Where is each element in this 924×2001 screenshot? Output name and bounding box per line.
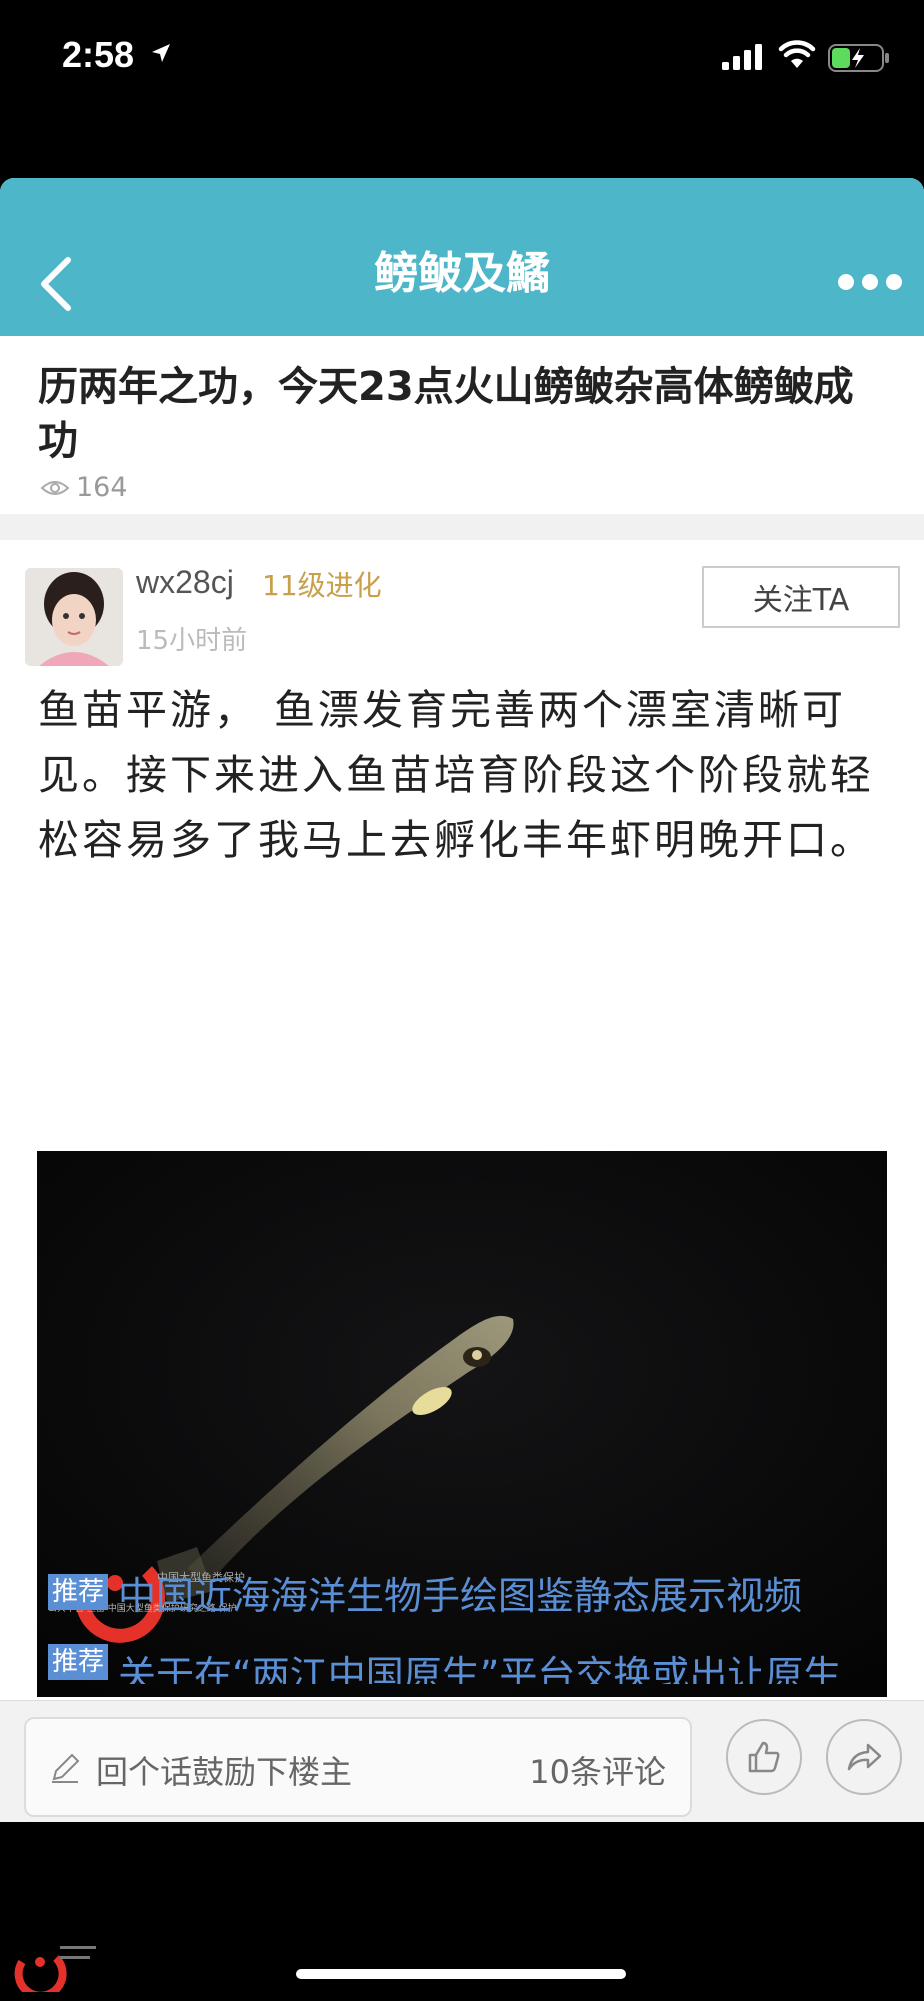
view-count: 164 xyxy=(40,472,128,503)
share-icon xyxy=(847,1743,882,1771)
recommend-tag: 推荐 xyxy=(48,1644,109,1680)
recommendation-link[interactable]: 中国近海海洋生物手绘图鉴静态展示视频 xyxy=(118,1565,802,1620)
recommendation-link[interactable]: 关于在“两江中国原生”平台交换或出让原生 xyxy=(118,1644,841,1684)
like-button[interactable] xyxy=(726,1719,802,1795)
watermark-logo xyxy=(14,1946,96,1992)
home-indicator[interactable] xyxy=(296,1969,626,1979)
post-title: 历两年之功，今天23点火山鳑鲏杂高体鳑鲏成功 xyxy=(38,364,854,464)
comment-placeholder: 回个话鼓励下楼主 xyxy=(96,1753,353,1791)
battery-icon xyxy=(828,44,889,72)
nav-bar: 鳑鲏及鱊 xyxy=(0,178,924,336)
status-time: 2:58 xyxy=(62,34,135,75)
status-bar: 2:58 xyxy=(0,0,924,110)
location-arrow-icon xyxy=(152,44,170,62)
reply-body: 鱼苗平游， 鱼漂发育完善两个漂室清晰可见。接下来进入鱼苗培育阶段这个阶段就轻松容… xyxy=(38,686,874,864)
comment-count[interactable]: 10条评论 xyxy=(529,1747,666,1793)
reply-card: wx28cj 11级进化 15小时前 关注TA 鱼苗平游， 鱼漂发育完善两个漂室… xyxy=(0,540,924,1822)
eye-icon xyxy=(40,480,70,495)
comment-bar: 回个话鼓励下楼主 10条评论 xyxy=(0,1700,924,1822)
user-level-badge: 11级进化 xyxy=(262,569,382,602)
comment-input[interactable]: 回个话鼓励下楼主 10条评论 xyxy=(24,1717,692,1817)
signal-icon xyxy=(722,44,762,70)
more-dots-icon[interactable] xyxy=(838,274,902,294)
pencil-icon xyxy=(52,1753,80,1783)
home-area xyxy=(0,1822,924,2001)
recommendation-item[interactable]: 推荐 关于在“两江中国原生”平台交换或出让原生 xyxy=(48,1644,841,1684)
thumbs-up-icon xyxy=(748,1741,780,1773)
share-button[interactable] xyxy=(826,1719,902,1795)
app-window: 鳑鲏及鱊 历两年之功，今天23点火山鳑鲏杂高体鳑鲏成功 164 wx28cj 1… xyxy=(0,178,924,1822)
post-title-card: 历两年之功，今天23点火山鳑鲏杂高体鳑鲏成功 xyxy=(0,336,924,514)
recommend-tag: 推荐 xyxy=(48,1574,109,1610)
reply-time: 15小时前 xyxy=(136,626,248,656)
avatar[interactable] xyxy=(25,568,123,666)
view-count-value: 164 xyxy=(76,472,128,503)
page-title: 鳑鲏及鱊 xyxy=(374,248,550,299)
recommendation-item[interactable]: 推荐 中国近海海洋生物手绘图鉴静态展示视频 xyxy=(48,1566,802,1618)
follow-button[interactable]: 关注TA xyxy=(702,566,900,628)
username[interactable]: wx28cj xyxy=(136,564,234,601)
wifi-icon xyxy=(778,40,816,68)
